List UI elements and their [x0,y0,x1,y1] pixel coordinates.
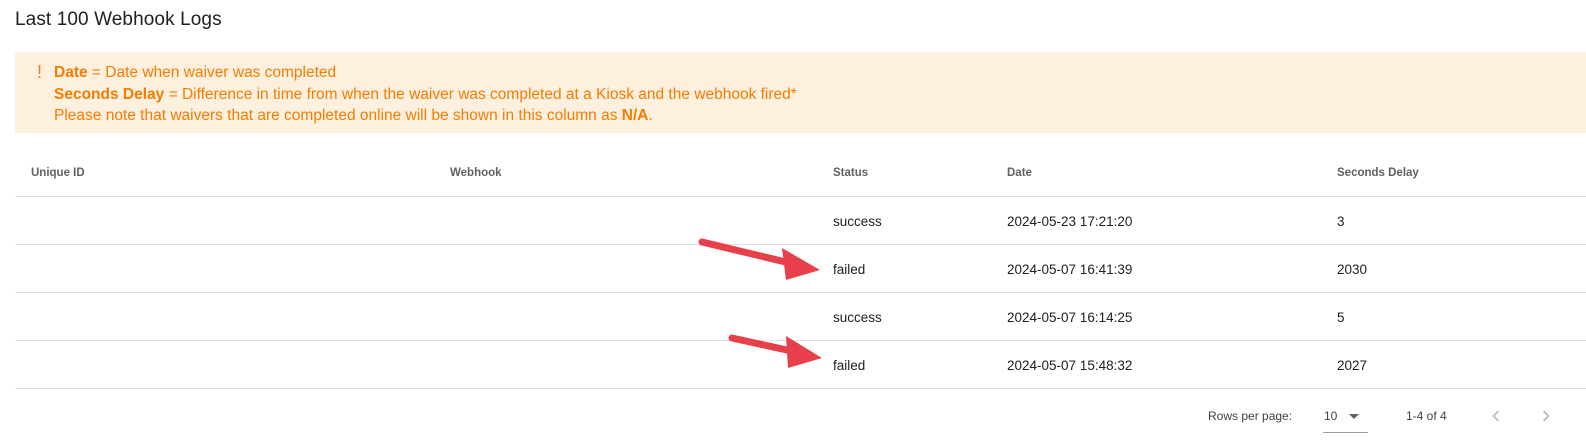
alert-line-date: Date = Date when waiver was completed [54,62,797,84]
header-seconds-delay[interactable]: Seconds Delay [1337,167,1419,179]
cell-seconds-delay: 2027 [1337,358,1368,373]
alert-text: Date = Date when waiver was completed Se… [54,62,797,127]
header-date[interactable]: Date [1007,167,1032,179]
alert-line-note: Please note that waivers that are comple… [54,105,797,127]
page-title: Last 100 Webhook Logs [15,9,222,30]
pagination-range: 1-4 of 4 [1406,409,1447,423]
cell-seconds-delay: 5 [1337,310,1345,325]
cell-date: 2024-05-07 15:48:32 [1007,358,1133,373]
rows-per-page-value: 10 [1324,409,1338,423]
alert-note-na: N/A [621,107,649,124]
cell-date: 2024-05-07 16:41:39 [1007,262,1133,277]
alert-note-text: Please note that waivers that are comple… [54,107,622,124]
table-pagination: Rows per page: 10 1-4 of 4 [0,400,1586,440]
cell-date: 2024-05-07 16:14:25 [1007,310,1133,325]
header-webhook[interactable]: Webhook [450,167,502,179]
chevron-left-icon[interactable] [1484,404,1508,428]
cell-seconds-delay: 3 [1337,214,1345,229]
header-status[interactable]: Status [833,167,868,179]
header-unique-id[interactable]: Unique ID [31,167,85,179]
rows-per-page-label: Rows per page: [1208,409,1293,423]
alert-line-delay: Seconds Delay = Difference in time from … [54,84,797,106]
table-header: Unique ID Webhook Status Date Seconds De… [15,150,1586,197]
info-alert: ! Date = Date when waiver was completed … [15,52,1586,133]
cell-status: failed [833,262,866,277]
annotation-arrow-icon [728,334,822,368]
alert-term-delay: Seconds Delay [54,85,165,103]
alert-term-date: Date [54,64,88,81]
caret-down-icon [1349,414,1359,419]
cell-status: success [833,310,882,325]
cell-status: success [833,214,882,229]
chevron-right-icon[interactable] [1534,404,1558,428]
cell-date: 2024-05-23 17:21:20 [1007,214,1133,229]
annotation-arrow-icon [698,238,820,280]
cell-status: failed [833,358,866,373]
alert-def-date: = Date when waiver was completed [87,64,337,81]
cell-seconds-delay: 2030 [1337,262,1368,277]
alert-note-end: . [648,107,653,124]
rows-per-page-select[interactable]: 10 [1323,402,1368,433]
alert-def-delay: = Difference in time from when the waive… [164,85,797,103]
warning-icon: ! [37,62,43,82]
